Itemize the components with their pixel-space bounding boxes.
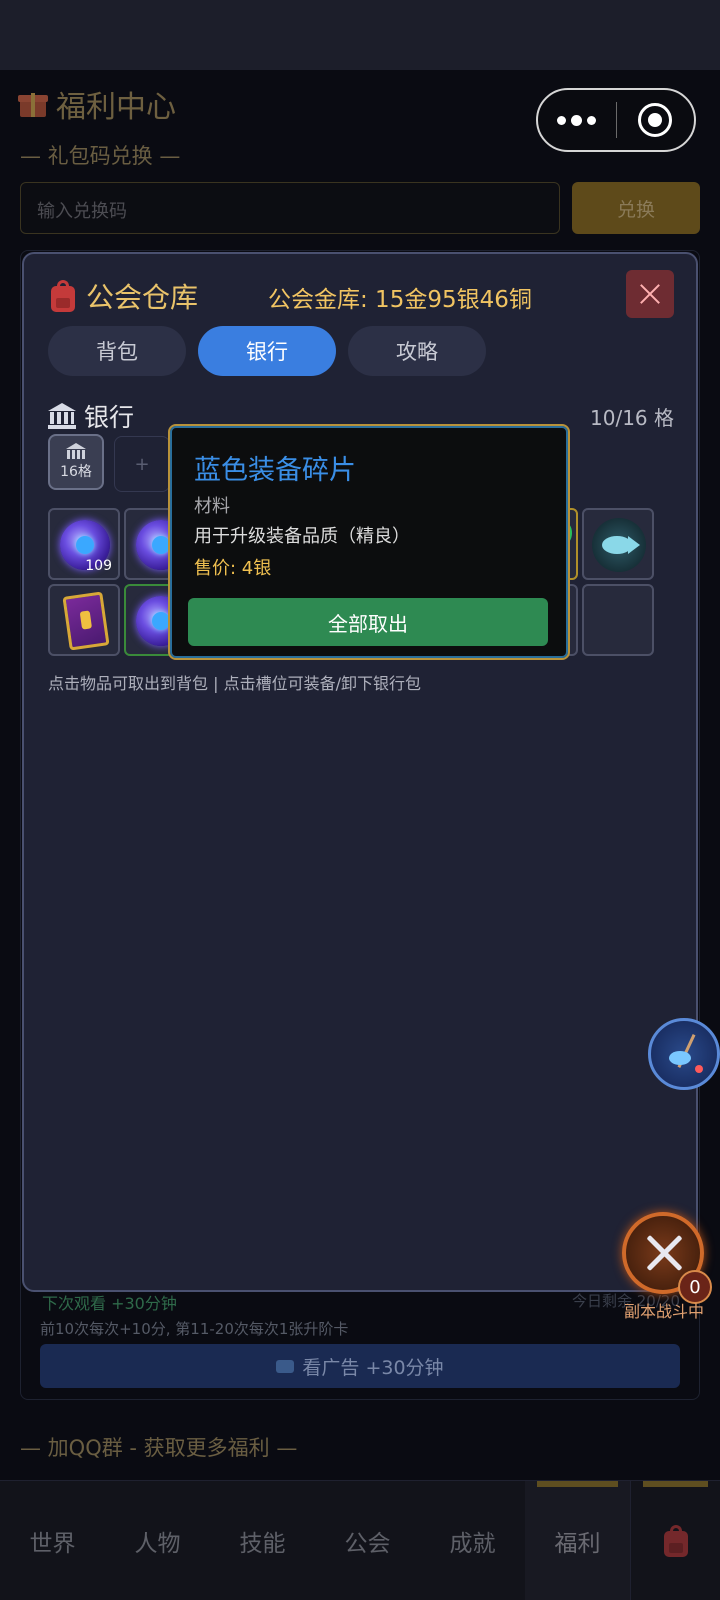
welfare-center-title: 福利中心 [18,82,176,126]
tab-guide[interactable]: 攻略 [348,326,486,376]
miniprogram-capsule [536,88,696,152]
bottom-nav: 世界 人物 技能 公会 成就 福利 [0,1480,720,1600]
redeem-code-input[interactable]: 输入兑换码 [20,182,560,234]
close-icon [639,283,661,305]
bank-icon [66,443,86,459]
bobber-icon [695,1065,703,1073]
nav-world[interactable]: 世界 [0,1481,105,1600]
modal-tabs: 背包 银行 攻略 [48,326,486,376]
empty-item-slot[interactable] [582,584,654,656]
backpack-icon [48,280,78,312]
item-name: 蓝色装备碎片 [194,455,356,486]
bank-bag-slot[interactable]: 16格 [48,434,104,490]
guild-treasury: 公会金库: 15金95银46铜 [268,287,532,313]
modal-title: 公会仓库 [48,276,198,316]
slot-count: 10/16 格 [590,406,674,430]
welfare-title-text: 福利中心 [56,90,176,125]
item-type: 材料 [194,496,230,517]
item-slot[interactable]: 109 [48,508,120,580]
item-description: 用于升级装备品质（精良） [194,526,410,547]
status-bar [0,0,720,70]
nav-welfare[interactable]: 福利 [525,1481,630,1600]
item-quantity: 109 [85,558,112,574]
fish-icon [669,1051,691,1065]
item-tooltip: 蓝色装备碎片 材料 用于升级装备品质（精良） 售价: 4银 全部取出 [168,424,570,660]
nav-skills[interactable]: 技能 [210,1481,315,1600]
nav-guild[interactable]: 公会 [315,1481,420,1600]
guild-warehouse-modal: 公会仓库 公会金库: 15金95银46铜 背包 银行 攻略 银行 10/16 格… [22,252,698,1292]
gift-icon [18,89,48,119]
more-options-icon[interactable] [538,90,616,150]
bag-slot-label: 16格 [60,464,92,480]
nav-achievements[interactable]: 成就 [420,1481,525,1600]
ad-next-reward: 下次观看 +30分钟 [42,1294,177,1313]
item-price: 售价: 4银 [194,558,272,579]
tab-backpack[interactable]: 背包 [48,326,186,376]
qq-group-title: — 加QQ群 - 获取更多福利 — [20,1436,298,1460]
watch-ad-label: 看广告 +30分钟 [302,1356,444,1379]
empty-bag-slot[interactable]: + [114,436,170,492]
close-button[interactable] [626,270,674,318]
magic-card-icon [62,591,110,651]
ad-rule-note: 前10次每次+10分, 第11-20次每次1张升阶卡 [40,1320,349,1338]
redeem-button[interactable]: 兑换 [572,182,700,234]
tv-icon [276,1359,295,1373]
take-all-button[interactable]: 全部取出 [188,598,548,646]
item-slot[interactable] [48,584,120,656]
bank-section-label: 银行 [84,403,135,432]
bank-hint: 点击物品可取出到背包 | 点击槽位可装备/卸下银行包 [48,674,421,693]
item-slot[interactable] [582,508,654,580]
close-miniprogram-icon[interactable] [617,90,695,150]
nav-character[interactable]: 人物 [105,1481,210,1600]
nav-bag[interactable] [630,1481,720,1600]
fish-icon [592,518,646,572]
bank-icon [48,403,76,429]
tab-bank[interactable]: 银行 [198,326,336,376]
watch-ad-button[interactable]: 看广告 +30分钟 [40,1344,680,1388]
bank-section-title: 银行 [48,398,134,434]
fishing-button[interactable] [648,1018,720,1090]
backpack-icon [661,1525,691,1557]
modal-title-text: 公会仓库 [86,281,199,314]
battle-status-label: 副本战斗中 [624,1302,705,1321]
redeem-section-title: — 礼包码兑换 — [20,144,181,168]
